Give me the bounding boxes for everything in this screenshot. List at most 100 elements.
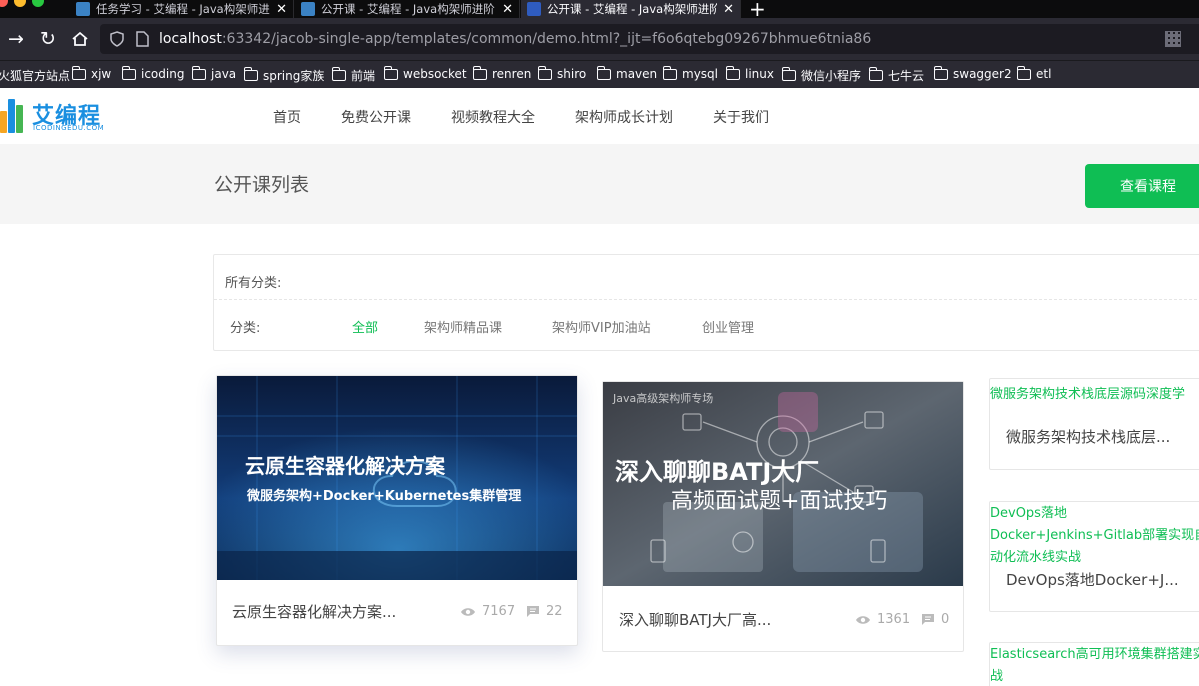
bookmark-item[interactable]: icoding [121,65,184,81]
course-title[interactable]: 云原生容器化解决方案... [232,601,396,622]
course-thumbnail[interactable]: Java高级架构师专场 深入聊聊BATJ大厂 高频面试题+面试技巧 [603,382,963,586]
nav-architect-plan[interactable]: 架构师成长计划 [575,107,673,127]
view-courses-button[interactable]: 查看课程 [1085,164,1199,208]
bookmark-item[interactable]: 前端 [331,67,375,84]
bookmark-label: etl [1036,67,1052,81]
filter-option-architect-premium[interactable]: 架构师精品课 [424,317,502,336]
window-zoom-dot[interactable] [32,0,44,7]
view-count-value: 1361 [877,612,911,627]
page-title: 公开课列表 [214,174,310,196]
bookmark-label: renren [492,67,532,81]
eye-icon [856,615,870,624]
bookmark-item[interactable]: shiro [537,65,587,81]
filter-option-all[interactable]: 全部 [352,317,378,336]
qr-code-icon[interactable] [1165,31,1181,47]
url-text[interactable]: localhost:63342/jacob-single-app/templat… [159,31,871,47]
bookmark-item[interactable]: mysql [662,65,718,81]
bookmark-item[interactable]: linux [725,65,774,81]
url-path: :63342/jacob-single-app/templates/common… [221,31,872,47]
folder-icon [121,65,136,80]
folder-icon [868,67,883,81]
bookmark-label: shiro [557,67,587,81]
folder-icon [596,65,611,80]
nav-about-us[interactable]: 关于我们 [713,107,769,127]
reload-icon[interactable]: ↻ [36,27,60,51]
new-tab-icon[interactable]: + [749,0,766,18]
tab-title: 公开课 - 艾编程 - Java构架师进阶 [321,2,495,16]
bookmark-label: 火狐官方站点 [0,69,71,83]
side-course-link[interactable]: 微服务架构技术栈底层源码深度学 [990,384,1199,406]
logo-icon[interactable] [0,99,28,133]
bookmark-item[interactable]: java [191,65,237,81]
folder-icon [725,65,740,80]
tab-title: 公开课 - 艾编程 - Java构架师进阶 [547,2,718,16]
thumbnail-subheadline: 高频面试题+面试技巧 [671,489,888,514]
thumbnail-tag: Java高级架构师专场 [613,392,714,405]
bookmark-item[interactable]: 七牛云 [868,67,924,84]
browser-tabstrip: 任务学习 - 艾编程 - Java构架师进阶 ✕ 公开课 - 艾编程 - Jav… [0,0,1199,18]
view-count-value: 7167 [482,604,516,619]
filter-option-architect-vip[interactable]: 架构师VIP加油站 [552,317,651,336]
folder-icon [472,65,487,80]
course-title[interactable]: 深入聊聊BATJ大厂高... [619,609,771,630]
bookmark-label: websocket [403,67,467,81]
course-thumbnail[interactable]: 云原生容器化解决方案 微服务架构+Docker+Kubernetes集群管理 [217,376,577,580]
bookmark-item[interactable]: spring家族 [243,67,324,84]
filter-option-startup[interactable]: 创业管理 [702,317,754,336]
side-course-link[interactable]: DevOps落地Docker+Jenkins+Gitlab部署实现自动化流水线实… [990,503,1199,569]
side-course-item[interactable]: DevOps落地Docker+Jenkins+Gitlab部署实现自动化流水线实… [989,501,1199,612]
bookmark-item[interactable]: websocket [383,65,467,81]
comment-icon [922,614,934,625]
filter-divider [214,299,1199,300]
browser-tab-active[interactable]: 公开课 - 艾编程 - Java构架师进阶 ✕ [521,0,741,18]
side-course-link[interactable]: Elasticsearch高可用环境集群搭建实战 [990,644,1199,686]
browser-tab-1[interactable]: 任务学习 - 艾编程 - Java构架师进阶 ✕ [70,0,294,18]
url-bar[interactable]: localhost:63342/jacob-single-app/templat… [100,24,1199,54]
side-course-item[interactable]: Elasticsearch高可用环境集群搭建实战 [989,642,1199,686]
browser-tab-2[interactable]: 公开课 - 艾编程 - Java构架师进阶 ✕ [295,0,520,18]
bookmark-label: maven [616,67,658,81]
bookmark-item[interactable]: 微信小程序 [781,67,862,84]
side-course-item[interactable]: 微服务架构技术栈底层源码深度学 微服务架构技术栈底层... [989,378,1199,470]
course-card[interactable]: Java高级架构师专场 深入聊聊BATJ大厂 高频面试题+面试技巧 深入聊聊BA… [602,381,964,652]
bookmark-label: java [211,67,237,81]
thumbnail-subheadline: 微服务架构+Docker+Kubernetes集群管理 [247,489,522,504]
course-card[interactable]: 云原生容器化解决方案 微服务架构+Docker+Kubernetes集群管理 云… [216,375,578,646]
tab-favicon-icon [527,2,541,16]
bookmark-item[interactable]: xjw [71,65,112,81]
nav-free-courses[interactable]: 免费公开课 [341,107,411,127]
bookmark-item[interactable]: 火狐官方站点 [0,67,70,84]
page-banner: 公开课列表 查看课程 [0,144,1199,224]
folder-icon [933,65,948,80]
nav-video-tutorials[interactable]: 视频教程大全 [451,107,535,127]
tab-favicon-icon [76,2,90,16]
folder-icon [331,67,346,81]
folder-icon [781,67,796,81]
comment-icon [527,606,539,617]
window-close-dot[interactable] [0,0,8,7]
bookmark-item[interactable]: maven [596,65,658,81]
tab-close-icon[interactable]: ✕ [723,2,734,17]
comment-count-value: 0 [941,612,950,627]
eye-icon [461,607,475,616]
side-course-text: 微服务架构技术栈底层... [1006,428,1171,446]
tab-favicon-icon [301,2,315,16]
forward-icon[interactable]: → [4,27,28,51]
logo-subtitle: ICODINGEDU.COM [33,124,105,132]
window-minimize-dot[interactable] [14,0,26,7]
tab-close-icon[interactable]: ✕ [276,2,287,17]
bookmark-item[interactable]: swagger2 [933,65,1012,81]
bookmark-item[interactable]: etl [1016,65,1052,81]
shield-icon[interactable] [110,31,124,51]
bookmark-item[interactable]: renren [472,65,532,81]
home-icon[interactable] [68,27,92,51]
comment-count: 0 [921,612,949,627]
bookmark-label: 微信小程序 [801,69,862,83]
nav-home[interactable]: 首页 [273,107,301,127]
view-count: 7167 [460,604,515,619]
browser-navbar: → ↻ localhost:63342/jacob-single-app/tem… [0,18,1199,60]
tab-close-icon[interactable]: ✕ [502,2,513,17]
bookmark-label: xjw [91,67,112,81]
folder-icon [191,65,206,80]
page-icon[interactable] [136,31,149,51]
